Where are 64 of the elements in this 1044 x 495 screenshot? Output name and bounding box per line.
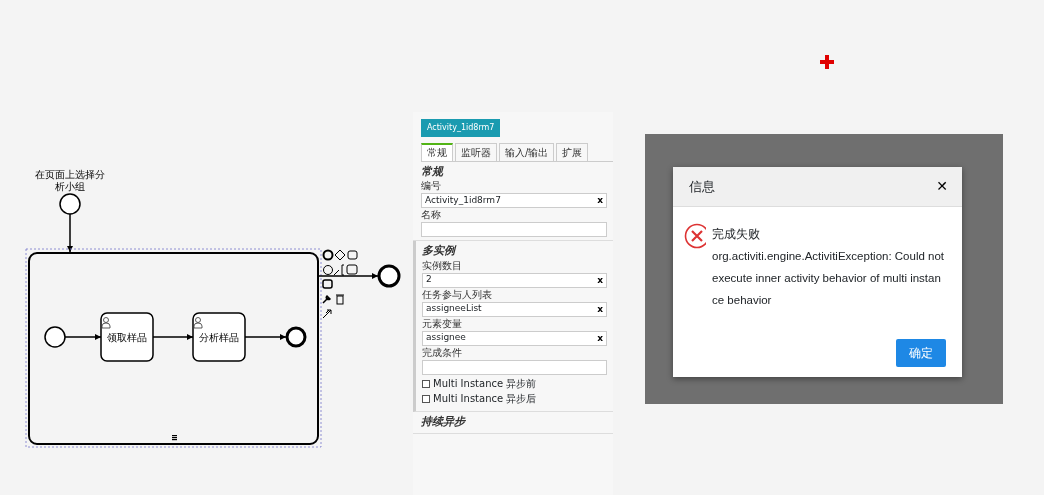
trash-icon[interactable] (335, 294, 345, 305)
sequence-flow-arrow (67, 213, 73, 253)
event-label: 析小组 (55, 181, 85, 192)
error-message: org.activiti.engine.ActivitiException: Could not execute inner activity behavior of multi instance behavior (712, 249, 946, 308)
panel-tab[interactable]: 监听器 (455, 143, 497, 161)
user-task[interactable]: 分析样品 (192, 312, 246, 362)
diamond-icon[interactable] (334, 249, 346, 261)
checkbox-label: Multi Instance 异步后 (433, 392, 537, 405)
error-title: 完成失败 (712, 227, 761, 242)
checkbox[interactable] (422, 394, 430, 403)
checkbox[interactable] (422, 379, 430, 388)
clear-button[interactable]: x (597, 196, 603, 206)
rectangle-icon[interactable] (347, 250, 358, 260)
close-button[interactable]: ✕ (936, 176, 948, 197)
field-label: 任务参与人列表 (422, 288, 493, 301)
input-field[interactable] (422, 359, 607, 375)
field-label: 编号 (421, 180, 442, 193)
clear-button[interactable]: x (597, 333, 603, 343)
confirm-button[interactable]: 确定 (896, 339, 946, 367)
panel-tab[interactable]: 常规 (421, 143, 453, 161)
connector-icon[interactable] (333, 269, 340, 276)
rectangle-icon[interactable] (322, 279, 333, 289)
dialog-title: 信息 (689, 177, 715, 196)
field-value: assigneeList (426, 302, 482, 316)
user-task[interactable]: 领取样品 (100, 312, 154, 362)
end-event (285, 326, 307, 348)
sequence-flow-arrow (244, 334, 287, 340)
panel-tab[interactable]: 输入/输出 (499, 143, 555, 161)
input-field[interactable]: Activity_1id8rm7 x (421, 193, 607, 209)
field-label: 实例数目 (422, 259, 463, 272)
user-icon (101, 317, 111, 329)
element-id-label: Activity_1id8rm7 (421, 119, 501, 137)
field-value: Activity_1id8rm7 (425, 194, 501, 208)
section-title: 多实例 (422, 244, 458, 259)
user-icon (193, 317, 203, 329)
input-field[interactable]: assignee x (422, 330, 607, 346)
field-value: assignee (426, 331, 466, 345)
textarea-field[interactable] (421, 222, 607, 238)
error-icon (684, 223, 706, 249)
field-label: 名称 (421, 209, 442, 222)
multi-instance-icon (172, 435, 177, 441)
section-title: 持续异步 (421, 414, 467, 429)
field-label: 完成条件 (422, 346, 463, 359)
annotation-icon[interactable] (341, 264, 358, 276)
sequence-flow-arrow (317, 273, 379, 279)
start-event (59, 193, 81, 215)
clear-button[interactable]: x (597, 275, 603, 285)
input-field[interactable]: 2 x (422, 272, 607, 288)
input-field[interactable]: assigneeList x (422, 301, 607, 317)
circle-icon[interactable] (322, 249, 334, 261)
start-event (44, 326, 66, 348)
panel-tab[interactable]: 扩展 (556, 143, 589, 161)
sequence-flow-arrow (152, 334, 194, 340)
wrench-icon[interactable] (322, 295, 331, 304)
plus-icon (820, 55, 834, 69)
end-event (377, 264, 401, 288)
section-title: 常规 (421, 165, 445, 180)
circle-icon[interactable] (323, 265, 333, 275)
checkbox-label: Multi Instance 异步前 (433, 377, 537, 390)
clear-button[interactable]: x (597, 304, 603, 314)
field-value: 2 (426, 273, 432, 287)
field-label: 元素变量 (422, 317, 463, 330)
event-label: 在页面上选择分 (35, 169, 105, 180)
sequence-flow-arrow (64, 334, 102, 340)
